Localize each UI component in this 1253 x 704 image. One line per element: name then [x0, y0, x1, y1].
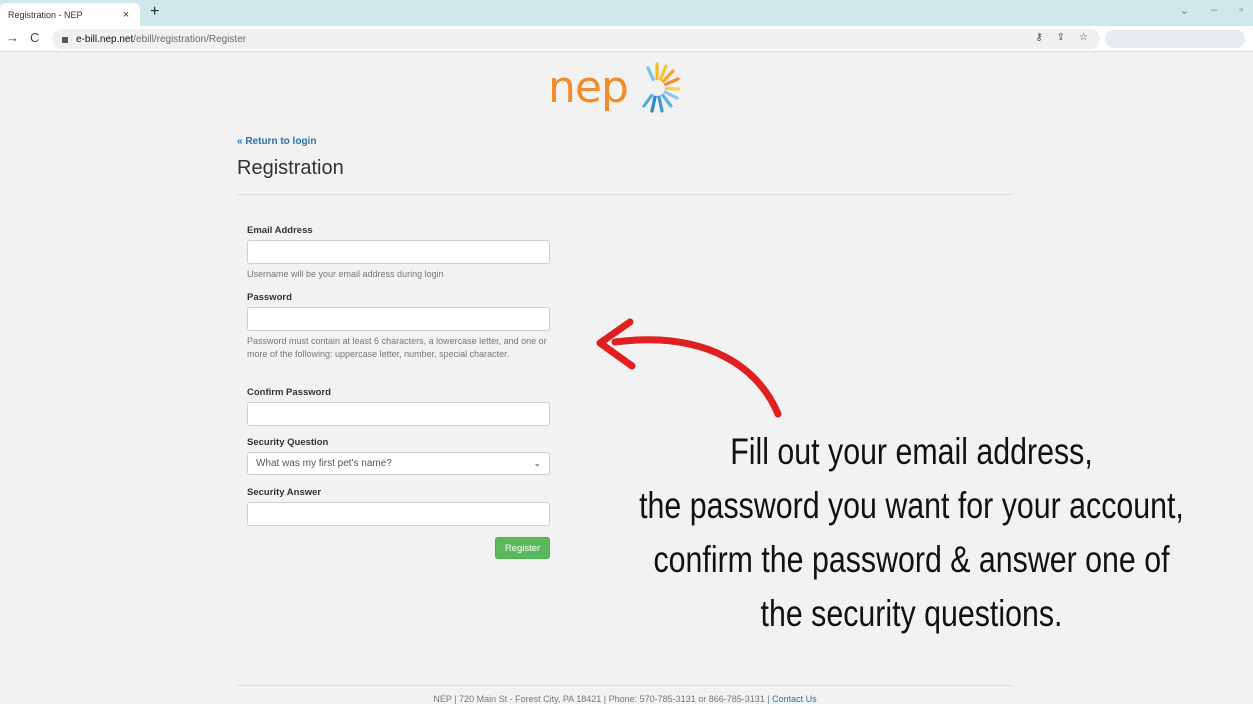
password-field[interactable] [247, 307, 550, 331]
bookmark-star-icon[interactable]: ☆ [1079, 32, 1088, 43]
instruction-annotation: Fill out your email address, the passwor… [631, 425, 1191, 641]
address-bar-row: → C e-bill.nep.net/ebill/registration/Re… [0, 26, 1253, 52]
lock-icon[interactable] [62, 37, 68, 43]
annotation-line: the security questions. [760, 593, 1063, 634]
tab-title: Registration - NEP [8, 9, 83, 20]
annotation-line: confirm the password & answer one of [653, 539, 1170, 580]
tab-search-icon[interactable]: ⌄ [1180, 4, 1189, 17]
reload-icon[interactable]: C [30, 31, 39, 45]
email-help-text: Username will be your email address duri… [247, 269, 444, 279]
key-icon[interactable]: ⚷ [1035, 32, 1042, 43]
browser-tab-bar: Registration - NEP × + ⌄ – ▫ [0, 0, 1253, 26]
url-host: e-bill.nep.net [76, 33, 134, 45]
profile-area[interactable] [1105, 30, 1245, 48]
divider [237, 194, 1013, 195]
close-tab-icon[interactable]: × [120, 9, 132, 21]
security-answer-label: Security Answer [247, 487, 322, 498]
security-answer-field[interactable] [247, 502, 550, 526]
footer: NEP | 720 Main St - Forest City, PA 1842… [237, 694, 1013, 704]
security-question-value: What was my first pet's name? [256, 458, 392, 469]
page-title: Registration [237, 157, 344, 179]
url-path: /ebill/registration/Register [133, 33, 247, 45]
chevron-down-icon: ⌄ [533, 458, 541, 468]
confirm-password-label: Confirm Password [247, 387, 331, 398]
password-help-text: Password must contain at least 6 charact… [247, 336, 547, 359]
annotation-line: Fill out your email address, [730, 431, 1093, 472]
red-arrow-icon [596, 318, 782, 418]
email-field[interactable] [247, 240, 550, 264]
window-controls: ⌄ – ▫ [1180, 4, 1243, 17]
footer-text: NEP | 720 Main St - Forest City, PA 1842… [433, 694, 773, 704]
minimize-icon[interactable]: – [1211, 4, 1217, 17]
return-to-login-link[interactable]: « Return to login [237, 136, 316, 147]
sunburst-logo-icon [642, 62, 680, 113]
contact-us-link[interactable]: Contact Us [772, 694, 817, 704]
annotation-line: the password you want for your account, [639, 485, 1184, 526]
url-bar[interactable]: e-bill.nep.net/ebill/registration/Regist… [52, 29, 1100, 49]
password-label: Password [247, 292, 292, 303]
browser-tab[interactable]: Registration - NEP × [0, 3, 140, 26]
logo-text: nep [548, 62, 629, 113]
forward-arrow-icon[interactable]: → [6, 31, 19, 45]
new-tab-button[interactable]: + [150, 4, 159, 20]
confirm-password-field[interactable] [247, 402, 550, 426]
security-question-select[interactable]: What was my first pet's name? ⌄ [247, 452, 550, 475]
register-button[interactable]: Register [495, 537, 550, 559]
restore-icon[interactable]: ▫ [1239, 4, 1243, 17]
footer-divider [237, 685, 1013, 686]
share-icon[interactable]: ⇪ [1057, 32, 1065, 43]
email-label: Email Address [247, 225, 313, 236]
security-question-label: Security Question [247, 437, 329, 448]
nep-logo: nep [548, 62, 680, 114]
